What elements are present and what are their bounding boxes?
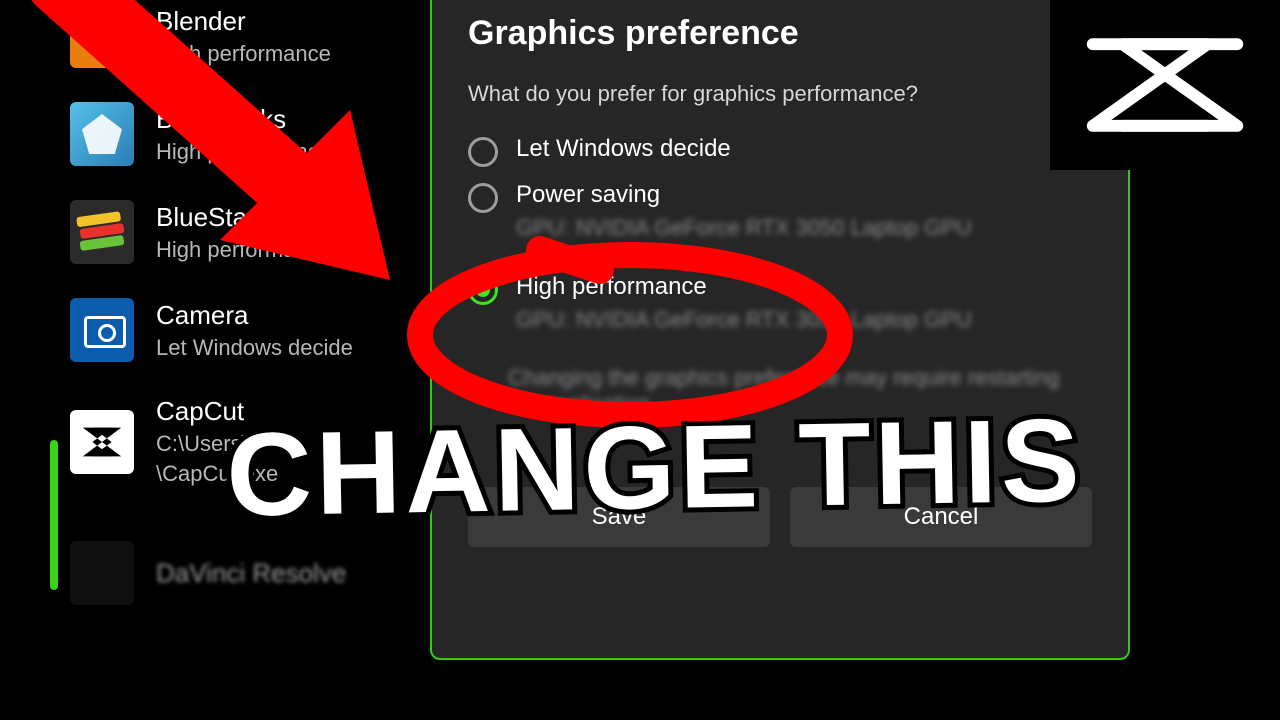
app-item-bluestacks-alt[interactable]: BlueStacks High performance <box>60 186 480 284</box>
app-item-blender[interactable]: Blender High performance <box>60 0 480 88</box>
app-name: Camera <box>156 300 353 331</box>
app-name: DaVinci Resolve <box>156 558 346 589</box>
radio-icon <box>468 137 498 167</box>
graphics-preference-dialog: Graphics preference What do you prefer f… <box>430 0 1130 660</box>
app-gpu-pref: High performance <box>156 139 331 165</box>
radio-icon <box>468 275 498 305</box>
option-power-saving[interactable]: Power saving GPU: NVIDIA GeForce RTX 305… <box>468 181 1092 241</box>
app-gpu-pref: Let Windows decide <box>156 335 353 361</box>
option-gpu-detail: GPU: NVIDIA GeForce RTX 3050 Laptop GPU <box>516 307 972 333</box>
dialog-question: What do you prefer for graphics performa… <box>468 81 1092 107</box>
option-label: Let Windows decide <box>516 135 731 163</box>
camera-icon <box>70 298 134 362</box>
option-let-windows-decide[interactable]: Let Windows decide <box>468 135 1092 167</box>
overlay-headline: CHANGE THIS <box>129 391 1181 545</box>
option-label: High performance <box>516 273 972 301</box>
capcut-app-icon <box>70 410 134 474</box>
bluestacks-icon <box>70 102 134 166</box>
app-gpu-pref: High performance <box>156 237 331 263</box>
app-name: BlueStacks <box>156 202 331 233</box>
app-gpu-pref: High performance <box>156 41 331 67</box>
dialog-title: Graphics preference <box>468 14 1092 53</box>
option-gpu-detail: GPU: NVIDIA GeForce RTX 3050 Laptop GPU <box>516 215 972 241</box>
blender-icon <box>70 4 134 68</box>
app-name: BlueStacks <box>156 104 331 135</box>
app-item-bluestacks[interactable]: BlueStacks High performance <box>60 88 480 186</box>
selected-app-indicator <box>50 440 58 590</box>
bluestacks-alt-icon <box>70 200 134 264</box>
capcut-logo-icon <box>1080 30 1250 140</box>
option-high-performance[interactable]: High performance GPU: NVIDIA GeForce RTX… <box>468 273 1092 333</box>
radio-icon <box>468 183 498 213</box>
app-name: Blender <box>156 6 331 37</box>
capcut-logo <box>1050 0 1280 170</box>
app-item-camera[interactable]: Camera Let Windows decide <box>60 284 480 382</box>
davinci-icon <box>70 541 134 605</box>
option-label: Power saving <box>516 181 972 209</box>
